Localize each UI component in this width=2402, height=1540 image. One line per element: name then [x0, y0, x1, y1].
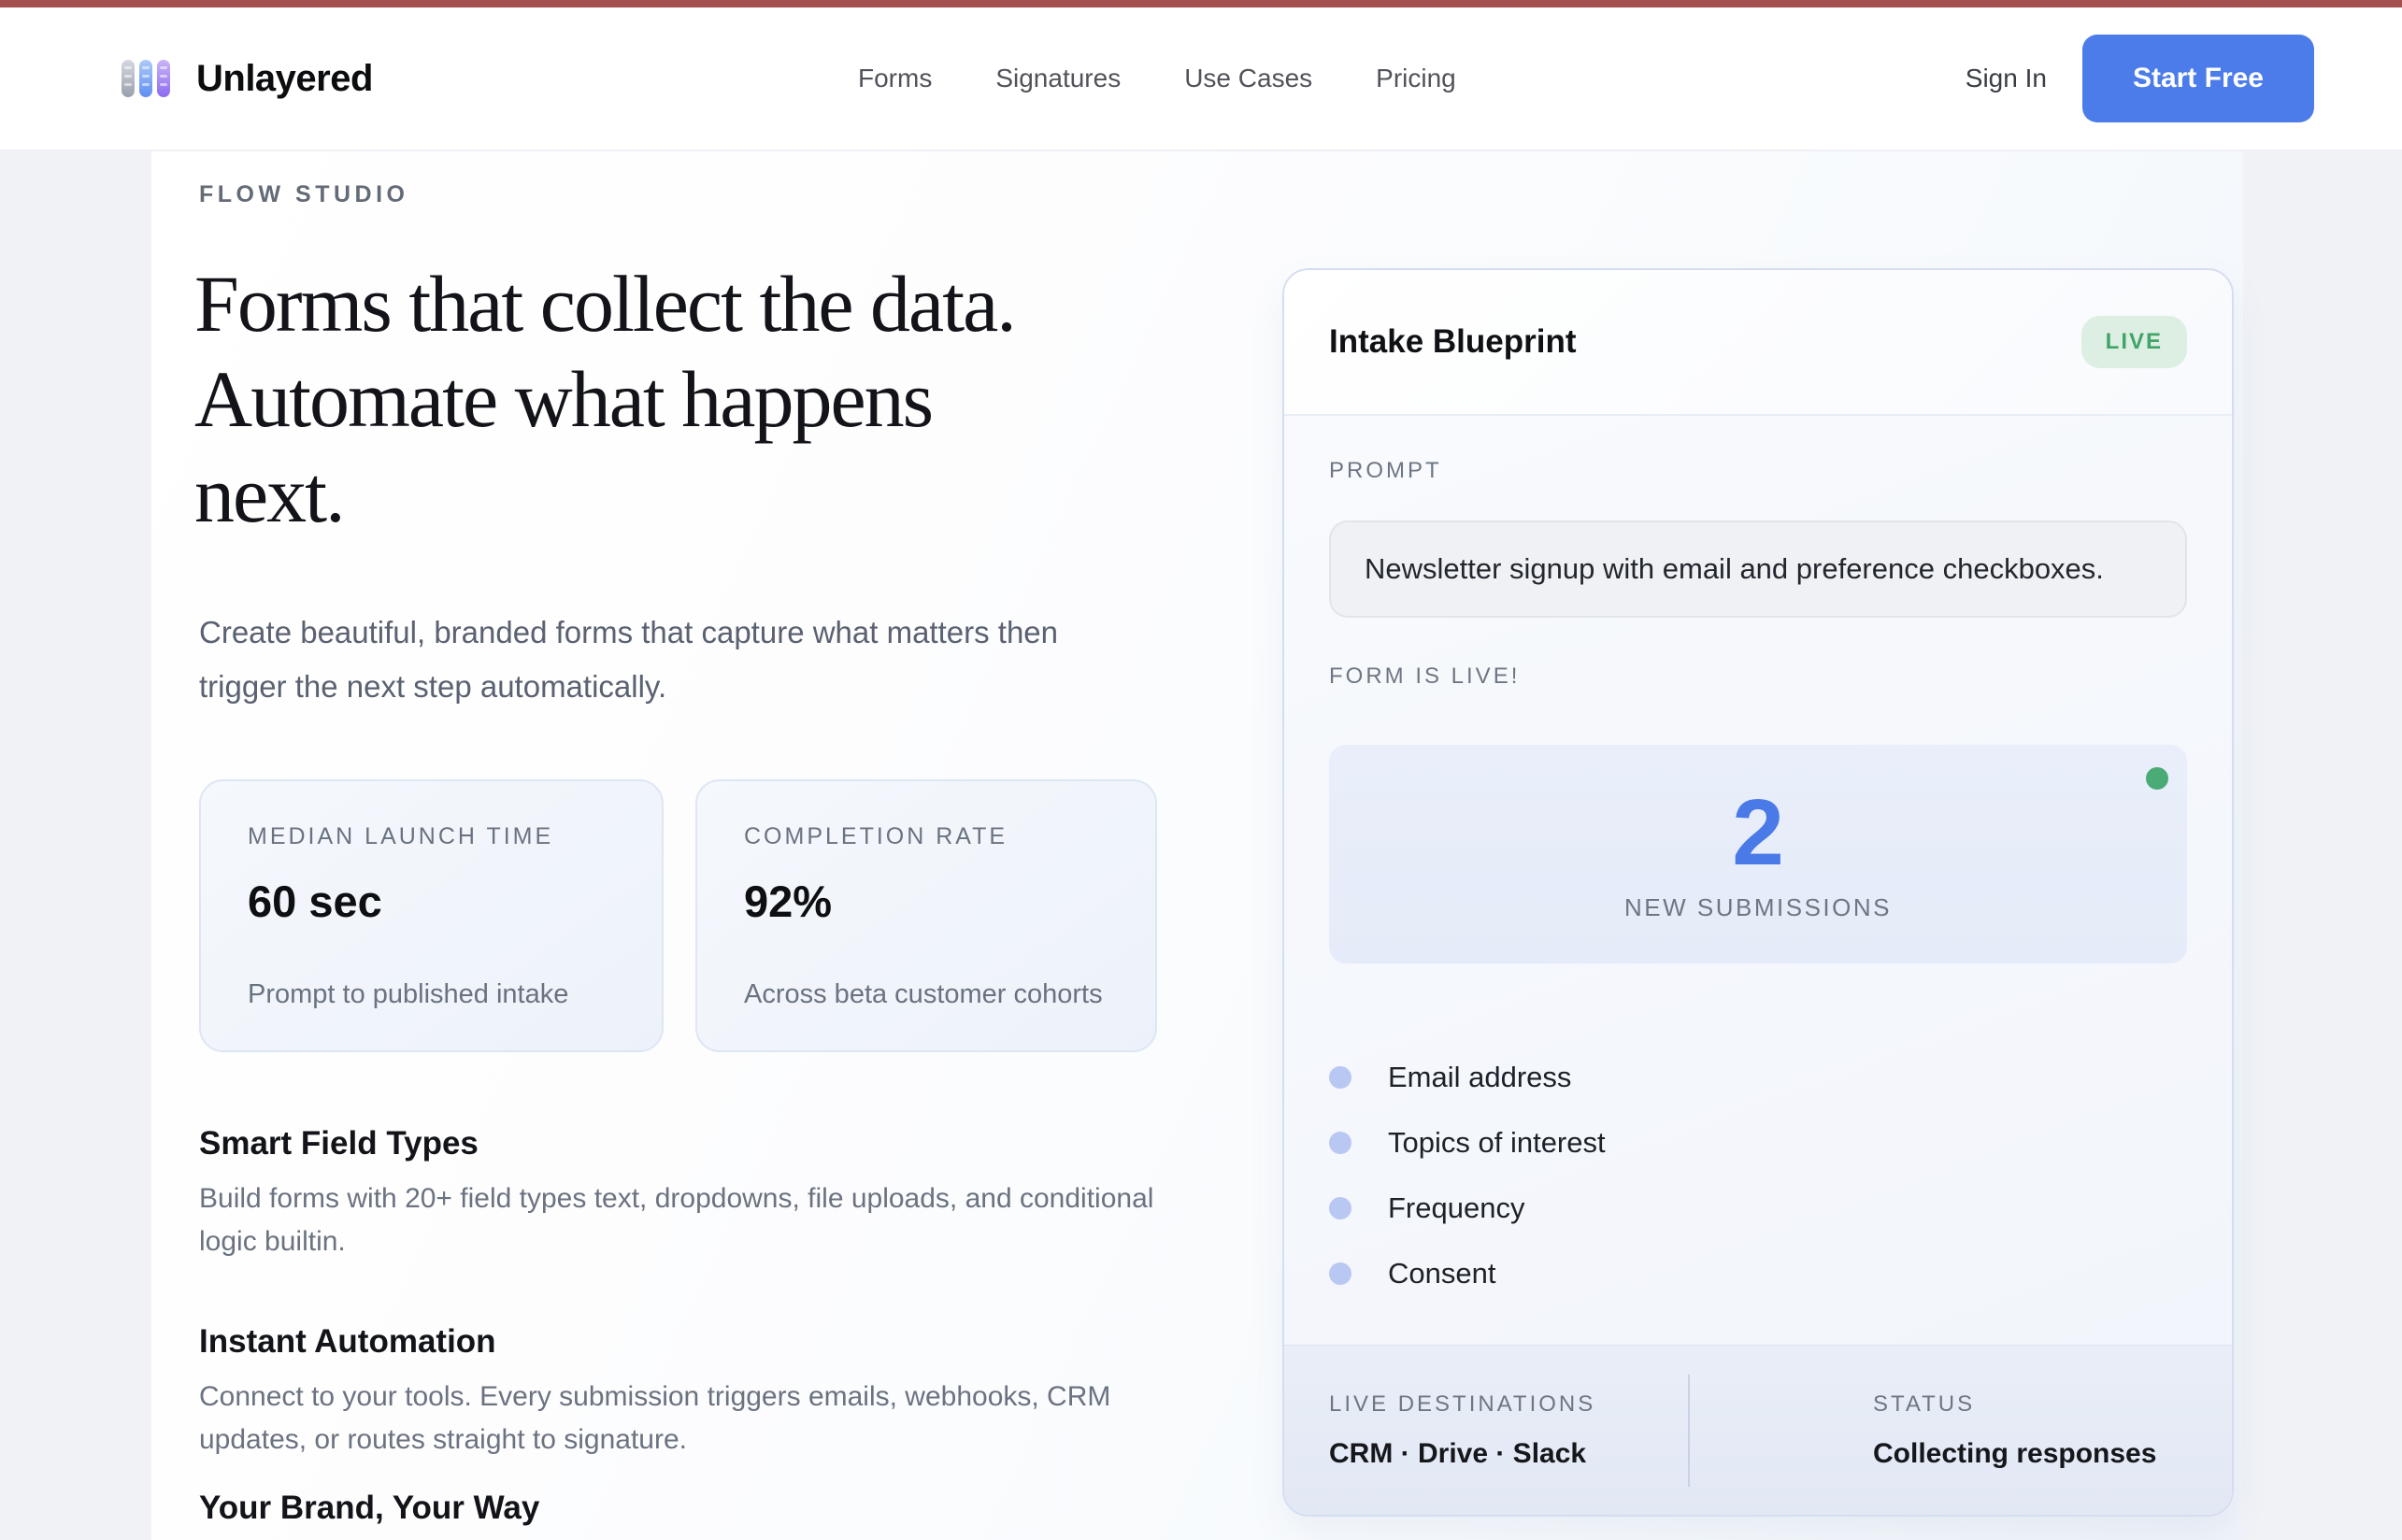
- live-destinations-value: CRM · Drive · Slack: [1329, 1437, 1688, 1471]
- field-label: Consent: [1388, 1257, 1495, 1290]
- nav-item-pricing[interactable]: Pricing: [1376, 64, 1456, 93]
- feature-list: Smart Field Types Build forms with 20+ f…: [199, 1123, 1190, 1529]
- card-title: Intake Blueprint: [1329, 323, 1576, 361]
- stat-card-launch-time: MEDIAN LAUNCH TIME 60 sec Prompt to publ…: [199, 779, 664, 1052]
- sign-in-link[interactable]: Sign In: [1966, 64, 2047, 93]
- field-label: Email address: [1388, 1061, 1571, 1094]
- live-status-badge: LIVE: [2081, 316, 2187, 368]
- list-item: Consent: [1329, 1259, 2187, 1289]
- page-title: Forms that collect the data. Automate wh…: [194, 256, 1036, 542]
- brand-name: Unlayered: [196, 58, 373, 100]
- field-label: Topics of interest: [1388, 1126, 1606, 1160]
- prompt-label: PROMPT: [1329, 457, 2187, 485]
- eyebrow-flow-studio: FLOW STUDIO: [199, 181, 408, 208]
- list-item: Email address: [1329, 1062, 2187, 1092]
- stat-value: 60 sec: [248, 875, 615, 929]
- stat-cards: MEDIAN LAUNCH TIME 60 sec Prompt to publ…: [199, 779, 1157, 1052]
- page-content: FLOW STUDIO Forms that collect the data.…: [151, 151, 2243, 1540]
- card-body: PROMPT Newsletter signup with email and …: [1284, 416, 2232, 1348]
- header-actions: Sign In Start Free: [1966, 35, 2314, 122]
- bullet-dot-icon: [1329, 1066, 1351, 1089]
- nav-item-signatures[interactable]: Signatures: [995, 64, 1121, 93]
- new-submissions-count: 2: [1732, 786, 1784, 879]
- status-label: STATUS: [1873, 1390, 2232, 1419]
- live-destinations: LIVE DESTINATIONS CRM · Drive · Slack: [1284, 1346, 1688, 1515]
- online-indicator-dot: [2146, 767, 2168, 790]
- stat-label: COMPLETION RATE: [744, 822, 1108, 850]
- stat-value: 92%: [744, 875, 1108, 929]
- new-submissions-label: NEW SUBMISSIONS: [1624, 892, 1892, 922]
- status-value: Collecting responses: [1873, 1437, 2232, 1471]
- site-header: Unlayered Forms Signatures Use Cases Pri…: [0, 7, 2402, 151]
- bullet-dot-icon: [1329, 1132, 1351, 1154]
- field-label: Frequency: [1388, 1191, 1524, 1225]
- logo-pill-purple: [157, 60, 170, 97]
- stat-card-completion-rate: COMPLETION RATE 92% Across beta customer…: [695, 779, 1157, 1052]
- stat-label: MEDIAN LAUNCH TIME: [248, 822, 615, 850]
- nav-item-use-cases[interactable]: Use Cases: [1184, 64, 1312, 93]
- stat-caption: Prompt to published intake: [248, 977, 615, 1011]
- feature-title-your-brand: Your Brand, Your Way: [199, 1488, 1190, 1529]
- feature-title-instant-automation: Instant Automation: [199, 1321, 1190, 1362]
- live-destinations-label: LIVE DESTINATIONS: [1329, 1390, 1688, 1419]
- main-nav: Forms Signatures Use Cases Pricing: [858, 7, 1456, 150]
- list-item: Topics of interest: [1329, 1128, 2187, 1158]
- feature-title-smart-field-types: Smart Field Types: [199, 1123, 1190, 1164]
- intake-blueprint-card: Intake Blueprint LIVE PROMPT Newsletter …: [1282, 268, 2234, 1517]
- card-footer: LIVE DESTINATIONS CRM · Drive · Slack ST…: [1284, 1345, 2232, 1515]
- bullet-dot-icon: [1329, 1197, 1351, 1219]
- nav-item-forms[interactable]: Forms: [858, 64, 932, 93]
- form-is-live-label: FORM IS LIVE!: [1329, 663, 2187, 691]
- unlayered-logo-icon: [122, 60, 170, 97]
- status: STATUS Collecting responses: [1690, 1346, 2232, 1515]
- bullet-dot-icon: [1329, 1262, 1351, 1285]
- form-field-list: Email address Topics of interest Frequen…: [1329, 1062, 2187, 1289]
- logo-pill-blue: [139, 60, 152, 97]
- logo-pill-gray: [122, 60, 135, 97]
- list-item: Frequency: [1329, 1193, 2187, 1223]
- brand[interactable]: Unlayered: [122, 58, 373, 100]
- top-accent-bar: [0, 0, 2402, 7]
- start-free-button[interactable]: Start Free: [2082, 35, 2314, 122]
- prompt-input[interactable]: Newsletter signup with email and prefere…: [1329, 520, 2187, 618]
- stat-caption: Across beta customer cohorts: [744, 977, 1108, 1011]
- feature-body: Connect to your tools. Every submission …: [199, 1376, 1190, 1462]
- card-header: Intake Blueprint LIVE: [1284, 270, 2232, 416]
- hero-subtitle: Create beautiful, branded forms that cap…: [199, 606, 1087, 714]
- submissions-panel: 2 NEW SUBMISSIONS: [1329, 745, 2187, 963]
- feature-body: Build forms with 20+ field types text, d…: [199, 1177, 1190, 1263]
